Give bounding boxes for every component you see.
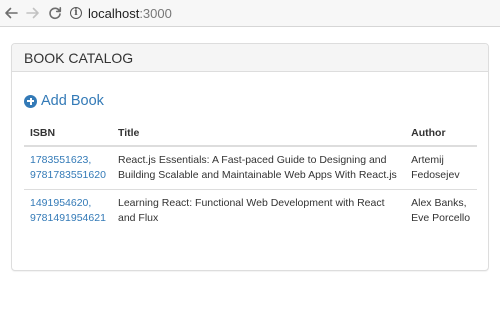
author-cell: Artemij Fedosejev <box>411 154 460 181</box>
back-button[interactable] <box>2 4 20 22</box>
column-header-isbn: ISBN <box>24 121 112 147</box>
isbn-link[interactable]: 1491954620, 9781491954621 <box>30 197 106 224</box>
book-catalog-panel: BOOK CATALOG Add Book ISBN Title Author … <box>11 43 489 271</box>
column-header-title: Title <box>111 121 406 147</box>
isbn-13: 9781783551620 <box>30 169 106 181</box>
isbn-cell: 1783551623, 9781783551620 <box>24 146 112 190</box>
url-host: localhost <box>88 5 140 21</box>
browser-toolbar: i localhost:3000 <box>0 0 500 27</box>
arrow-right-icon <box>26 7 39 19</box>
table-row: 1491954620, 9781491954621 Learning React:… <box>24 189 477 232</box>
panel-heading: BOOK CATALOG <box>12 44 488 72</box>
url-port: :3000 <box>139 5 172 21</box>
author-cell: Alex Banks, Eve Porcello <box>405 189 477 232</box>
isbn-link[interactable]: 1783551623, 9781783551620 <box>30 154 106 181</box>
isbn-cell: 1491954620, 9781491954621 <box>24 189 112 232</box>
arrow-left-icon <box>5 7 18 19</box>
forward-button[interactable] <box>24 4 42 22</box>
add-book-button[interactable]: Add Book <box>24 93 104 109</box>
add-book-label: Add Book <box>41 93 104 109</box>
info-icon[interactable]: i <box>70 7 82 19</box>
plus-circle-icon <box>24 94 37 108</box>
table-row: 1783551623, 9781783551620 React.js Essent… <box>24 146 477 190</box>
column-header-author: Author <box>405 121 477 147</box>
title-cell: Learning React: Functional Web Developme… <box>111 189 406 232</box>
isbn-10: 1783551623, <box>30 154 92 166</box>
address-bar[interactable]: i localhost:3000 <box>70 3 498 23</box>
isbn-10: 1491954620, <box>30 197 92 209</box>
reload-icon <box>49 7 62 20</box>
table-header-row: ISBN Title Author <box>24 121 477 147</box>
book-table: ISBN Title Author 1783551623, 97817835516… <box>24 121 477 232</box>
isbn-13: 9781491954621 <box>30 212 106 224</box>
title-cell: React.js Essentials: A Fast-paced Guide … <box>117 154 397 181</box>
reload-button[interactable] <box>46 4 64 22</box>
